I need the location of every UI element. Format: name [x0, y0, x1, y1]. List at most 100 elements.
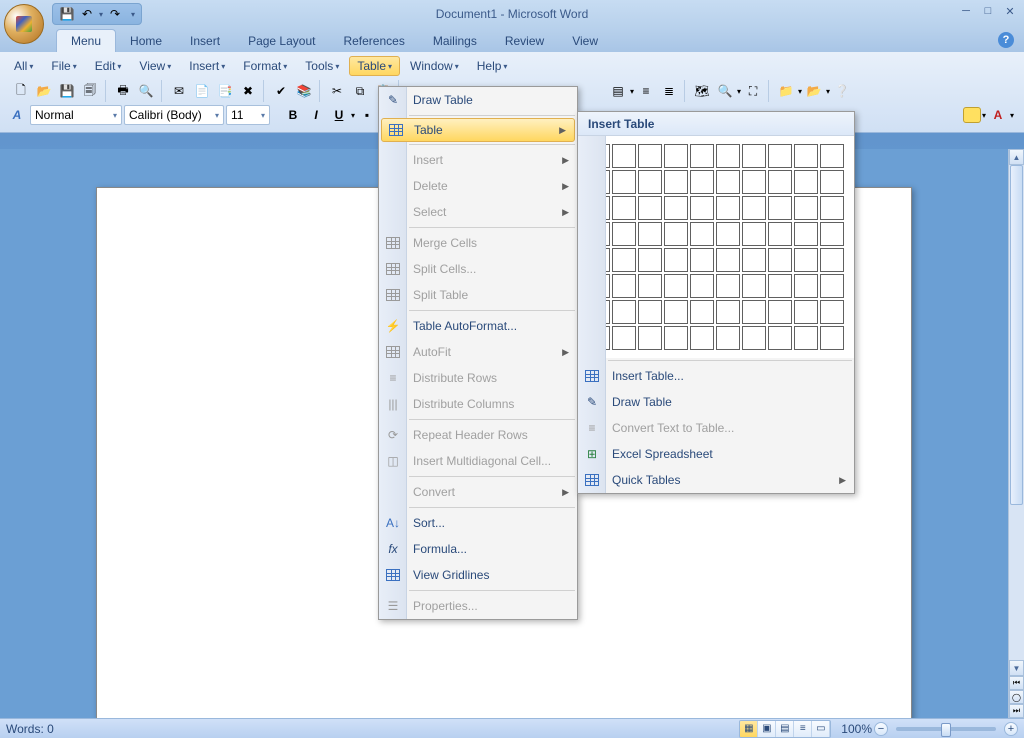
- grid-cell[interactable]: [742, 326, 766, 350]
- research-icon[interactable]: 📚: [293, 80, 315, 102]
- grid-cell[interactable]: [612, 300, 636, 324]
- menu-multidiagonal[interactable]: ◫Insert Multidiagonal Cell...: [379, 448, 577, 474]
- grid-cell[interactable]: [690, 222, 714, 246]
- print-preview-icon[interactable]: 🔍: [135, 80, 157, 102]
- new-icon[interactable]: 🗋: [10, 80, 32, 102]
- grid-cell[interactable]: [820, 248, 844, 272]
- grid-cell[interactable]: [794, 326, 818, 350]
- grid-cell[interactable]: [716, 248, 740, 272]
- copy-icon[interactable]: ⧉: [349, 80, 371, 102]
- menu-gridlines[interactable]: View Gridlines: [379, 562, 577, 588]
- folder-open-icon[interactable]: 📂: [803, 80, 825, 102]
- grid-cell[interactable]: [768, 274, 792, 298]
- grid-cell[interactable]: [820, 170, 844, 194]
- style-combo[interactable]: Normal▾: [30, 105, 122, 125]
- grid-cell[interactable]: [638, 248, 662, 272]
- submenu-excel[interactable]: ⊞Excel Spreadsheet: [578, 441, 854, 467]
- close-doc-icon[interactable]: ✖: [237, 80, 259, 102]
- prev-page-icon[interactable]: ⏮: [1009, 676, 1024, 690]
- print-icon[interactable]: 🖶: [112, 80, 134, 102]
- qat-customize-icon[interactable]: ▾: [131, 10, 135, 19]
- submenu-quick-tables[interactable]: Quick Tables▶: [578, 467, 854, 493]
- close-button[interactable]: ✕: [1002, 4, 1018, 18]
- size-combo[interactable]: 11▾: [226, 105, 270, 125]
- grid-cell[interactable]: [820, 300, 844, 324]
- grid-cell[interactable]: [664, 326, 688, 350]
- menu-autoformat[interactable]: ⚡Table AutoFormat...: [379, 313, 577, 339]
- grid-cell[interactable]: [612, 248, 636, 272]
- grid-cell[interactable]: [716, 274, 740, 298]
- tab-page-layout[interactable]: Page Layout: [234, 30, 329, 52]
- menu-draw-table[interactable]: ✎Draw Table: [379, 87, 577, 113]
- bold-button[interactable]: B: [282, 104, 304, 126]
- style-icon[interactable]: A: [6, 104, 28, 126]
- font-color-icon[interactable]: A: [987, 104, 1009, 126]
- align-left-group-icon[interactable]: ≡: [635, 80, 657, 102]
- redo-icon[interactable]: ↷: [107, 6, 123, 22]
- grid-cell[interactable]: [664, 196, 688, 220]
- underline-button[interactable]: U: [328, 104, 350, 126]
- grid-cell[interactable]: [768, 196, 792, 220]
- tab-view[interactable]: View: [558, 30, 612, 52]
- undo-icon[interactable]: ↶: [79, 6, 95, 22]
- tab-mailings[interactable]: Mailings: [419, 30, 491, 52]
- draft-view-icon[interactable]: ▭: [812, 721, 830, 737]
- minimize-button[interactable]: ─: [958, 4, 974, 18]
- scroll-thumb[interactable]: [1010, 165, 1023, 505]
- menu-table[interactable]: Table▾: [349, 56, 400, 76]
- menu-all[interactable]: All▾: [6, 56, 41, 76]
- grid-cell[interactable]: [638, 300, 662, 324]
- full-screen-view-icon[interactable]: ▣: [758, 721, 776, 737]
- menu-split-cells[interactable]: Split Cells...: [379, 256, 577, 282]
- save-icon[interactable]: 💾: [59, 6, 75, 22]
- menu-insert[interactable]: Insert▾: [181, 56, 233, 76]
- undo-dropdown-icon[interactable]: ▾: [99, 10, 103, 19]
- highlight-icon[interactable]: [963, 107, 981, 123]
- submenu-convert-text[interactable]: ≡Convert Text to Table...: [578, 415, 854, 441]
- menu-autofit[interactable]: AutoFit▶: [379, 339, 577, 365]
- align-icon[interactable]: ≣: [658, 80, 680, 102]
- word-count[interactable]: Words: 0: [6, 722, 54, 736]
- tab-home[interactable]: Home: [116, 30, 176, 52]
- zoom-icon[interactable]: 🔍: [714, 80, 736, 102]
- grid-cell[interactable]: [690, 300, 714, 324]
- menu-dist-cols[interactable]: |||Distribute Columns: [379, 391, 577, 417]
- grid-cell[interactable]: [768, 222, 792, 246]
- open-icon[interactable]: 📂: [33, 80, 55, 102]
- grid-cell[interactable]: [794, 144, 818, 168]
- grid-cell[interactable]: [716, 196, 740, 220]
- menu-merge-cells[interactable]: Merge Cells: [379, 230, 577, 256]
- grid-cell[interactable]: [794, 300, 818, 324]
- office-button[interactable]: [4, 4, 44, 44]
- grid-cell[interactable]: [612, 170, 636, 194]
- help-icon[interactable]: ❔: [831, 80, 853, 102]
- help-button[interactable]: ?: [998, 32, 1014, 48]
- grid-cell[interactable]: [794, 170, 818, 194]
- grid-cell[interactable]: [664, 170, 688, 194]
- grid-cell[interactable]: [742, 248, 766, 272]
- preview-icon[interactable]: 📄: [191, 80, 213, 102]
- grid-cell[interactable]: [794, 274, 818, 298]
- grid-cell[interactable]: [638, 196, 662, 220]
- grid-cell[interactable]: [612, 274, 636, 298]
- menu-format[interactable]: Format▾: [235, 56, 295, 76]
- table-size-grid[interactable]: [578, 136, 854, 358]
- zoom-level[interactable]: 100%: [841, 722, 872, 736]
- more-format-icon[interactable]: ▪: [356, 104, 378, 126]
- grid-cell[interactable]: [638, 326, 662, 350]
- menu-insert-sub[interactable]: Insert▶: [379, 147, 577, 173]
- grid-cell[interactable]: [820, 222, 844, 246]
- menu-split-table[interactable]: Split Table: [379, 282, 577, 308]
- grid-cell[interactable]: [664, 144, 688, 168]
- menu-formula[interactable]: fxFormula...: [379, 536, 577, 562]
- menu-dist-rows[interactable]: ≡Distribute Rows: [379, 365, 577, 391]
- menu-delete-sub[interactable]: Delete▶: [379, 173, 577, 199]
- zoom-out-button[interactable]: −: [874, 722, 888, 736]
- scroll-track[interactable]: [1009, 165, 1024, 660]
- grid-cell[interactable]: [716, 300, 740, 324]
- menu-repeat-header[interactable]: ⟳Repeat Header Rows: [379, 422, 577, 448]
- outline-view-icon[interactable]: ≡: [794, 721, 812, 737]
- menu-tools[interactable]: Tools▾: [297, 56, 347, 76]
- grid-cell[interactable]: [664, 274, 688, 298]
- menu-help[interactable]: Help▾: [469, 56, 516, 76]
